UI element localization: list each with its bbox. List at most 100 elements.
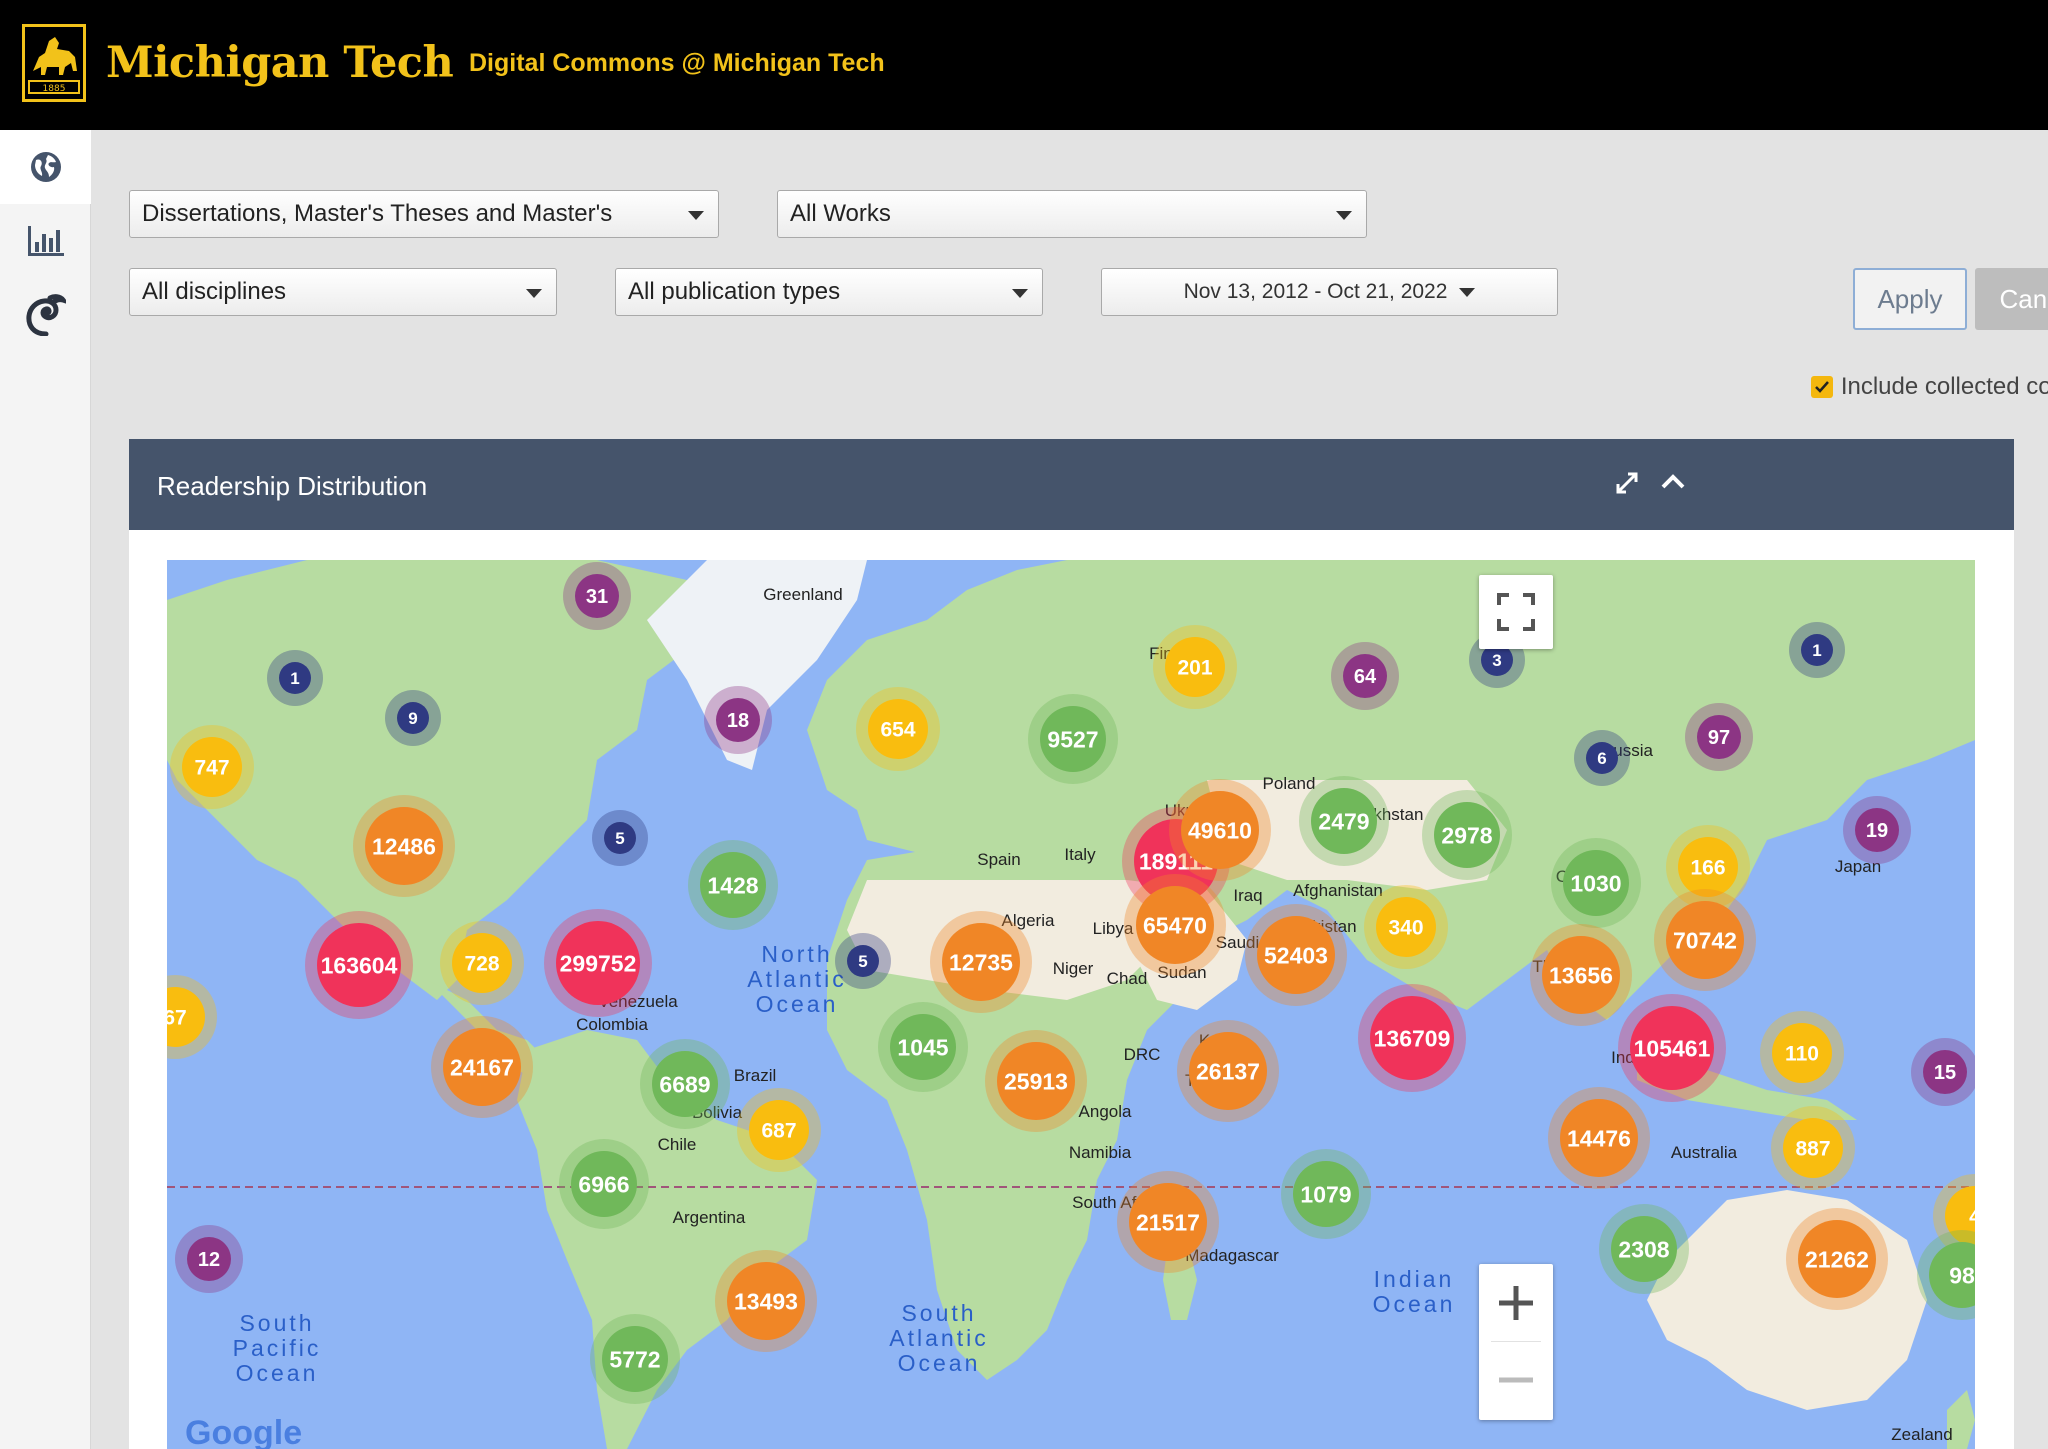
date-range-picker[interactable]: Nov 13, 2012 - Oct 21, 2022 bbox=[1101, 268, 1558, 316]
cluster-count: 136709 bbox=[1374, 1025, 1451, 1051]
zoom-in-button[interactable] bbox=[1479, 1264, 1553, 1341]
cluster-marker[interactable]: 12735 bbox=[930, 911, 1032, 1013]
logo-wordmark[interactable]: Michigan Tech bbox=[106, 38, 454, 88]
sidebar-item-analytics[interactable] bbox=[0, 204, 91, 278]
globe-icon bbox=[30, 152, 61, 182]
country-label: Argentina bbox=[673, 1208, 746, 1227]
cluster-count: 887 bbox=[1795, 1138, 1830, 1161]
husky-silhouette-icon: 1885 bbox=[28, 37, 80, 94]
country-label: Greenland bbox=[763, 585, 842, 604]
cluster-marker[interactable]: 1045 bbox=[878, 1002, 968, 1092]
cluster-marker[interactable]: 9 bbox=[385, 690, 441, 746]
works-select[interactable]: All Works bbox=[777, 190, 1367, 238]
zoom-out-button[interactable] bbox=[1479, 1342, 1553, 1420]
chevron-up-icon[interactable] bbox=[1659, 468, 1687, 496]
ocean-label: North bbox=[761, 941, 832, 967]
cluster-marker[interactable]: 1079 bbox=[1281, 1149, 1371, 1239]
cluster-marker[interactable]: 12486 bbox=[353, 795, 455, 897]
cluster-count: 97 bbox=[1708, 727, 1730, 749]
cluster-marker[interactable]: 67 bbox=[167, 975, 217, 1059]
cluster-marker[interactable]: 97 bbox=[1685, 703, 1753, 771]
panel-header: Readership Distribution bbox=[129, 439, 2014, 530]
map-fullscreen-button[interactable] bbox=[1479, 575, 1553, 649]
cluster-marker[interactable]: 2479 bbox=[1299, 776, 1389, 866]
collection-select[interactable]: Dissertations, Master's Theses and Maste… bbox=[129, 190, 719, 238]
include-collected-toggle[interactable]: Include collected content bbox=[1799, 370, 2048, 404]
cluster-marker[interactable]: 64 bbox=[1331, 642, 1399, 710]
cluster-marker[interactable]: 687 bbox=[737, 1088, 821, 1172]
cluster-marker[interactable]: 25913 bbox=[985, 1030, 1087, 1132]
cluster-marker[interactable]: 201 bbox=[1153, 625, 1237, 709]
cluster-marker[interactable]: 18 bbox=[704, 686, 772, 754]
readership-map[interactable]: GreenlandRussiaKazakhstanPolandUkraineIt… bbox=[167, 560, 1975, 1449]
cluster-marker[interactable]: 14476 bbox=[1548, 1087, 1650, 1189]
sidebar-item-digital-commons[interactable] bbox=[0, 278, 91, 352]
cluster-marker[interactable]: 21262 bbox=[1786, 1208, 1888, 1310]
cluster-marker[interactable]: 1 bbox=[267, 650, 323, 706]
cluster-count: 15 bbox=[1934, 1062, 1956, 1084]
cluster-marker[interactable]: 26137 bbox=[1177, 1020, 1279, 1122]
cluster-marker[interactable]: 5 bbox=[592, 810, 648, 866]
cluster-marker[interactable]: 340 bbox=[1364, 885, 1448, 969]
chevron-down-icon bbox=[1459, 287, 1476, 297]
sidebar-item-map[interactable] bbox=[0, 130, 91, 204]
cluster-marker[interactable]: 6966 bbox=[559, 1139, 649, 1229]
cluster-marker[interactable]: 747 bbox=[170, 725, 254, 809]
country-label: Namibia bbox=[1069, 1143, 1132, 1162]
ocean-label: South bbox=[901, 1300, 976, 1326]
cluster-marker[interactable]: 15 bbox=[1911, 1038, 1975, 1106]
cluster-marker[interactable]: 31 bbox=[563, 562, 631, 630]
include-collected-checkbox[interactable] bbox=[1810, 376, 1833, 398]
cluster-marker[interactable]: 13493 bbox=[715, 1250, 817, 1352]
publication-types-select[interactable]: All publication types bbox=[615, 268, 1043, 316]
cluster-count: 1079 bbox=[1300, 1181, 1351, 1207]
cluster-count: 31 bbox=[586, 586, 608, 608]
ocean-label: Ocean bbox=[756, 991, 839, 1017]
cluster-count: 6 bbox=[1597, 749, 1606, 768]
cluster-count: 14476 bbox=[1567, 1125, 1631, 1151]
cluster-marker[interactable]: 887 bbox=[1771, 1106, 1855, 1190]
plus-icon bbox=[1499, 1286, 1533, 1320]
cluster-marker[interactable]: 5 bbox=[835, 933, 891, 989]
world-map[interactable]: GreenlandRussiaKazakhstanPolandUkraineIt… bbox=[167, 560, 1975, 1449]
cluster-marker[interactable]: 6 bbox=[1574, 730, 1630, 786]
expand-icon[interactable] bbox=[1614, 470, 1640, 496]
cluster-marker[interactable]: 2978 bbox=[1422, 790, 1512, 880]
cluster-marker[interactable]: 163604 bbox=[305, 911, 413, 1019]
main-content: Dissertations, Master's Theses and Maste… bbox=[91, 130, 2048, 1449]
apply-button[interactable]: Apply bbox=[1853, 268, 1967, 330]
cluster-marker[interactable]: 6689 bbox=[640, 1039, 730, 1129]
cluster-marker[interactable]: 21517 bbox=[1117, 1171, 1219, 1273]
include-collected-label: Include collected content bbox=[1840, 373, 2048, 400]
cluster-marker[interactable]: 110 bbox=[1760, 1011, 1844, 1095]
site-title[interactable]: Digital Commons @ Michigan Tech bbox=[469, 49, 885, 78]
collection-select-value: Dissertations, Master's Theses and Maste… bbox=[142, 200, 613, 227]
cluster-marker[interactable]: 5772 bbox=[590, 1314, 680, 1404]
cluster-marker[interactable]: 19 bbox=[1843, 796, 1911, 864]
cluster-marker[interactable]: 105461 bbox=[1618, 994, 1726, 1102]
country-label: Niger bbox=[1053, 959, 1094, 978]
cluster-marker[interactable]: 299752 bbox=[544, 909, 652, 1017]
cluster-marker[interactable]: 728 bbox=[440, 921, 524, 1005]
cluster-marker[interactable]: 1 bbox=[1789, 622, 1845, 678]
cluster-marker[interactable]: 654 bbox=[856, 687, 940, 771]
cluster-marker[interactable]: 13656 bbox=[1530, 924, 1632, 1026]
cluster-marker[interactable]: 1030 bbox=[1551, 838, 1641, 928]
cluster-marker[interactable]: 65470 bbox=[1124, 874, 1226, 976]
cluster-marker[interactable]: 98 bbox=[1917, 1230, 1975, 1320]
cluster-marker[interactable]: 52403 bbox=[1245, 904, 1347, 1006]
cluster-marker[interactable]: 12 bbox=[175, 1225, 243, 1293]
publication-types-select-value: All publication types bbox=[628, 278, 841, 305]
cluster-marker[interactable]: 49610 bbox=[1169, 779, 1271, 881]
cluster-marker[interactable]: 9527 bbox=[1028, 694, 1118, 784]
cancel-button[interactable]: Cancel bbox=[1975, 268, 2048, 330]
cluster-marker[interactable]: 2308 bbox=[1599, 1204, 1689, 1294]
cluster-marker[interactable]: 1428 bbox=[688, 840, 778, 930]
disciplines-select[interactable]: All disciplines bbox=[129, 268, 557, 316]
cluster-count: 98 bbox=[1949, 1262, 1975, 1288]
cluster-marker[interactable]: 24167 bbox=[431, 1016, 533, 1118]
cluster-marker[interactable]: 136709 bbox=[1358, 984, 1466, 1092]
husky-logo-icon[interactable]: 1885 bbox=[22, 24, 86, 102]
cluster-count: 6689 bbox=[659, 1071, 710, 1097]
cluster-marker[interactable]: 70742 bbox=[1654, 889, 1756, 991]
